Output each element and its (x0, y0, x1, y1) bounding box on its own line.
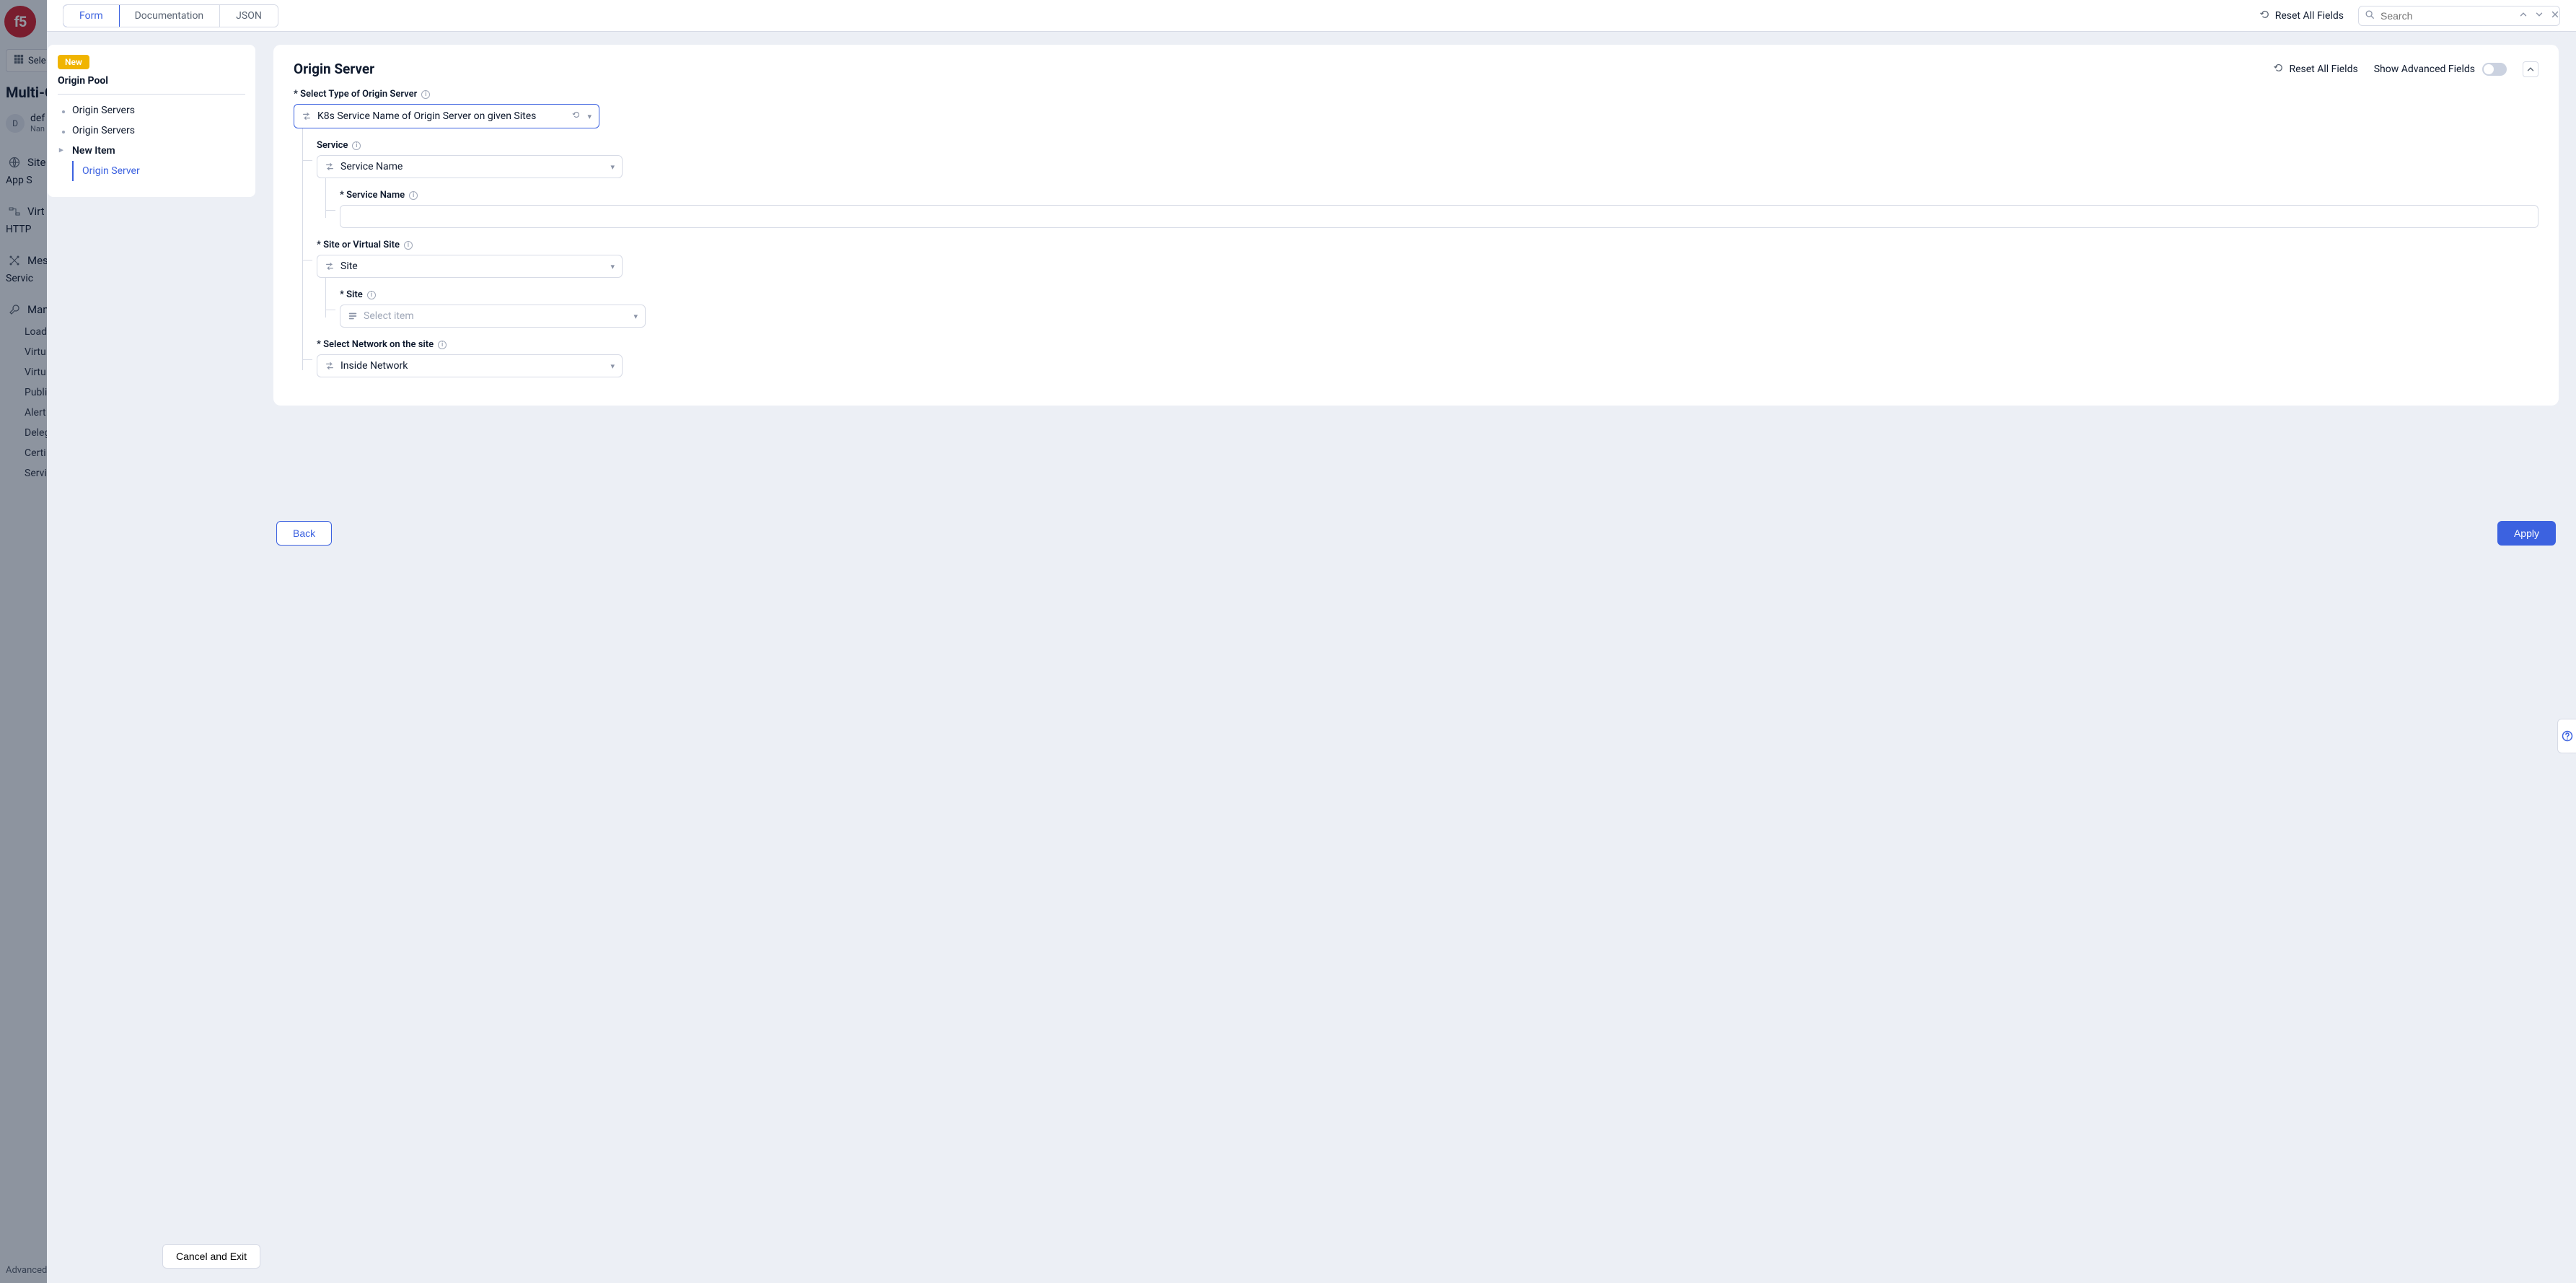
search-input[interactable] (2379, 9, 2513, 22)
namespace-selector: D def Nan (6, 113, 45, 133)
info-icon[interactable]: i (352, 141, 361, 150)
back-button[interactable]: Back (276, 521, 332, 546)
outline-tree: Origin Servers Origin Servers New Item O… (58, 100, 245, 181)
chevron-down-icon: ▾ (610, 362, 615, 371)
label-service-name: Service Name i (340, 190, 2538, 201)
label-site-or-vsite: Site or Virtual Site i (317, 240, 2538, 250)
form-scroll-area: Origin Server Reset All Fields Show Adva… (256, 32, 2576, 1283)
swap-icon (302, 111, 312, 121)
reset-all-label: Reset All Fields (2275, 10, 2344, 22)
tab-documentation[interactable]: Documentation (119, 5, 221, 27)
swap-icon (325, 361, 335, 371)
info-icon[interactable]: i (409, 191, 418, 200)
form-modal: Form Documentation JSON Reset All Fields (47, 0, 2576, 1283)
outline-title: Origin Pool (58, 75, 245, 95)
search-next-icon[interactable] (2533, 9, 2546, 22)
reset-all-label: Reset All Fields (2289, 64, 2357, 75)
chevron-down-icon: ▾ (633, 312, 638, 321)
help-fab[interactable] (2557, 719, 2576, 753)
collapse-section-button[interactable] (2523, 61, 2538, 77)
search-clear-icon[interactable] (2549, 9, 2562, 22)
outline-node-origin-servers-1[interactable]: Origin Servers (58, 100, 245, 121)
info-icon[interactable]: i (367, 291, 376, 299)
refresh-icon[interactable] (571, 110, 581, 123)
outline-panel: New Origin Pool Origin Servers Origin Se… (47, 32, 256, 1283)
outline-node-origin-servers-2[interactable]: Origin Servers (58, 121, 245, 141)
chevron-down-icon: ▾ (587, 112, 592, 121)
advanced-label: Advanced (6, 1265, 47, 1276)
form-card: Origin Server Reset All Fields Show Adva… (273, 45, 2559, 406)
label-service: Service i (317, 140, 2538, 151)
view-mode-tabs: Form Documentation JSON (63, 4, 278, 27)
label-origin-type: Select Type of Origin Server i (294, 89, 2538, 100)
grid-icon (14, 54, 24, 67)
form-footer: Back Apply (273, 521, 2559, 546)
mesh-icon (9, 255, 20, 266)
outline-node-origin-server[interactable]: Origin Server (72, 161, 245, 181)
route-icon (9, 206, 20, 217)
chevron-down-icon: ▾ (610, 262, 615, 271)
list-icon (348, 311, 358, 321)
input-service-name[interactable] (340, 205, 2538, 228)
new-badge: New (58, 55, 89, 69)
select-site[interactable]: Select item ▾ (340, 305, 646, 328)
swap-icon (325, 261, 335, 271)
search-prev-icon[interactable] (2517, 9, 2530, 22)
wrench-icon (9, 304, 20, 315)
form-title: Origin Server (294, 61, 374, 77)
apply-button[interactable]: Apply (2497, 521, 2556, 546)
undo-icon (2273, 63, 2283, 76)
select-service[interactable]: Service Name ▾ (317, 155, 623, 178)
outline-card: New Origin Pool Origin Servers Origin Se… (48, 45, 255, 197)
reset-all-fields-form[interactable]: Reset All Fields (2273, 63, 2357, 76)
tab-json[interactable]: JSON (220, 5, 278, 27)
tab-form[interactable]: Form (63, 4, 120, 27)
label-site: Site i (340, 289, 2538, 300)
swap-icon (325, 162, 335, 172)
info-icon[interactable]: i (404, 241, 413, 250)
search-icon (2365, 9, 2375, 22)
info-icon[interactable]: i (421, 90, 430, 99)
outline-node-new-item[interactable]: New Item (58, 141, 245, 161)
namespace-avatar: D (6, 114, 25, 133)
modal-top-bar: Form Documentation JSON Reset All Fields (47, 0, 2576, 32)
show-advanced-label: Show Advanced Fields (2374, 64, 2475, 75)
search-controls (2517, 9, 2562, 22)
label-network: Select Network on the site i (317, 339, 2538, 350)
cancel-and-exit-button[interactable]: Cancel and Exit (162, 1244, 260, 1269)
select-network[interactable]: Inside Network ▾ (317, 354, 623, 377)
info-icon[interactable]: i (438, 341, 447, 349)
globe-icon (9, 157, 20, 168)
select-origin-type[interactable]: K8s Service Name of Origin Server on giv… (294, 104, 599, 128)
show-advanced-toggle[interactable] (2482, 63, 2507, 76)
undo-icon (2259, 9, 2269, 22)
search-box[interactable] (2358, 6, 2560, 26)
reset-all-fields-top[interactable]: Reset All Fields (2259, 9, 2344, 22)
select-site-or-vsite[interactable]: Site ▾ (317, 255, 623, 278)
brand-logo: f5 (4, 6, 36, 38)
chevron-down-icon: ▾ (610, 162, 615, 172)
question-icon (2562, 730, 2573, 742)
